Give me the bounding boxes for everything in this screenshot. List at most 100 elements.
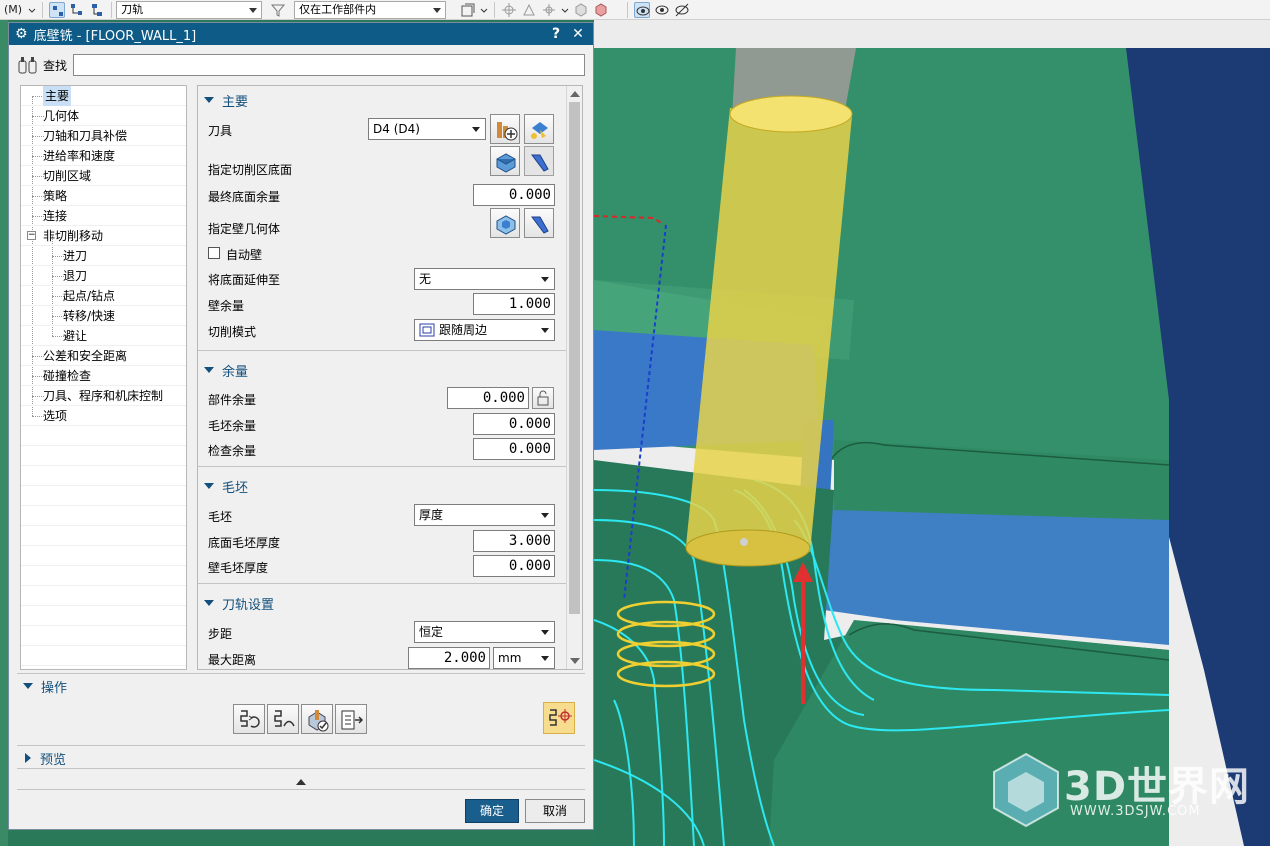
show-all-icon[interactable]: [634, 1, 651, 18]
wall-blank-input[interactable]: 0.000: [473, 555, 555, 577]
cut-pattern-select[interactable]: 跟随周边: [414, 319, 555, 341]
auto-wall-checkbox[interactable]: [208, 247, 220, 259]
section-path-header[interactable]: 刀轨设置: [204, 593, 274, 613]
nav-item-avoidance[interactable]: 避让: [21, 326, 186, 346]
edit-tool-button[interactable]: [524, 114, 554, 144]
help-button[interactable]: ?: [547, 26, 565, 42]
tool-select[interactable]: D4 (D4): [368, 118, 486, 140]
nav-item-start-drill-points[interactable]: 起点/钻点: [21, 286, 186, 306]
toolpath-filter-select[interactable]: 刀轨: [116, 0, 263, 19]
find-input[interactable]: [73, 54, 585, 76]
nav-item-tolerance[interactable]: 公差和安全距离: [21, 346, 186, 366]
hierarchy-icon[interactable]: [89, 2, 105, 18]
box-view-icon[interactable]: [573, 2, 589, 18]
vertex-snap-icon[interactable]: [521, 2, 537, 18]
section-preview-header[interactable]: 预览: [23, 748, 66, 768]
display-floor-button[interactable]: [524, 146, 554, 176]
replay-button[interactable]: [267, 704, 299, 734]
generate-highlight-button[interactable]: [543, 702, 575, 734]
nav-item-label: 碰撞检查: [43, 369, 92, 383]
nav-item-options[interactable]: 选项: [21, 406, 186, 426]
nav-item-collision-check[interactable]: 碰撞检查: [21, 366, 186, 386]
nav-item-strategy[interactable]: 策略: [21, 186, 186, 206]
graphics-window[interactable]: [594, 20, 1270, 846]
hide-icon[interactable]: [674, 2, 690, 18]
max-distance-label: 最大距离: [208, 653, 257, 667]
extend-floor-select[interactable]: 无: [414, 268, 555, 290]
section-stock-header[interactable]: 余量: [204, 360, 248, 380]
collapse-dialog-arrow-icon[interactable]: [296, 779, 306, 785]
nav-item-machine-control[interactable]: 刀具、程序和机床控制: [21, 386, 186, 406]
final-floor-stock-input[interactable]: 0.000: [473, 184, 555, 206]
nav-item-connections[interactable]: 连接: [21, 206, 186, 226]
cancel-button[interactable]: 取消: [525, 799, 585, 823]
tool-path-edit-icon: [549, 709, 572, 726]
assembly-tree-icon[interactable]: [69, 2, 85, 18]
close-button[interactable]: ✕: [569, 26, 587, 42]
floor-blank-input[interactable]: 3.000: [473, 530, 555, 552]
list-button[interactable]: [335, 704, 367, 734]
chevron-down-icon: [249, 7, 258, 13]
tool-top: [729, 95, 853, 133]
selection-scope-select[interactable]: 仅在工作部件内: [294, 0, 447, 19]
select-floor-button[interactable]: [490, 146, 520, 176]
generate-button[interactable]: [233, 704, 265, 734]
snap-settings-icon[interactable]: [460, 2, 476, 18]
nav-item-tool-axis[interactable]: 刀轴和刀具补偿: [21, 126, 186, 146]
lock-button[interactable]: [532, 387, 554, 409]
nav-item-label: 切削区域: [43, 169, 92, 183]
section-operation-header[interactable]: 操作: [23, 676, 67, 696]
navigation-tree: 主要 几何体 刀轴和刀具补偿 进给率和速度 切削区域 策略 连接 − 非切削移动 …: [20, 85, 187, 670]
select-tool-icon[interactable]: [49, 1, 66, 18]
section-main-header[interactable]: 主要: [204, 90, 248, 110]
verify-button[interactable]: [301, 704, 333, 734]
blank-type-select[interactable]: 厚度: [414, 504, 555, 526]
dropdown-arrow-icon[interactable]: [561, 2, 569, 18]
cut-pattern-label: 切削模式: [208, 325, 257, 339]
nav-item-non-cutting-moves[interactable]: − 非切削移动: [21, 226, 186, 246]
new-tool-button[interactable]: [490, 114, 520, 144]
point-snap-icon[interactable]: [501, 2, 517, 18]
scroll-down-icon[interactable]: [570, 658, 580, 664]
nav-item-main[interactable]: 主要: [21, 86, 186, 106]
wall-stock-input[interactable]: 1.000: [473, 293, 555, 315]
dialog-titlebar[interactable]: ⚙ 底壁铣 - [FLOOR_WALL_1] ? ✕: [9, 23, 593, 45]
blank-stock-input[interactable]: 0.000: [473, 413, 555, 435]
scroll-up-icon[interactable]: [570, 91, 580, 97]
section-blank-header[interactable]: 毛坯: [204, 476, 248, 496]
ok-button[interactable]: 确定: [465, 799, 519, 823]
nav-item-geometry[interactable]: 几何体: [21, 106, 186, 126]
nav-item-label: 刀轴和刀具补偿: [43, 129, 128, 143]
box-shade-icon[interactable]: [593, 2, 609, 18]
menu-dropdown-icon[interactable]: [28, 2, 36, 18]
part-stock-input[interactable]: 0.000: [447, 387, 529, 409]
gear-icon: ⚙: [15, 26, 28, 42]
collapse-triangle-icon: [204, 600, 214, 606]
max-distance-input[interactable]: 2.000: [408, 647, 490, 669]
max-distance-unit-select[interactable]: mm: [493, 647, 555, 669]
check-stock-input[interactable]: 0.000: [473, 438, 555, 460]
panel-scrollbar[interactable]: [566, 86, 582, 669]
show-icon[interactable]: [654, 2, 670, 18]
menu-button[interactable]: (M): [0, 3, 26, 16]
collapse-toggle[interactable]: −: [27, 231, 36, 240]
crosshair-icon[interactable]: [541, 2, 557, 18]
nav-item-cut-area[interactable]: 切削区域: [21, 166, 186, 186]
section-operation-title: 操作: [41, 680, 68, 696]
viewport-left-edge: [0, 20, 8, 846]
nav-item-feeds-speeds[interactable]: 进给率和速度: [21, 146, 186, 166]
scroll-thumb[interactable]: [569, 102, 580, 614]
select-wall-icon: [496, 215, 516, 235]
nav-item-label: 避让: [63, 329, 88, 343]
display-wall-button[interactable]: [524, 208, 554, 238]
tool-tip: [685, 529, 811, 567]
nav-item-engage[interactable]: 进刀: [21, 246, 186, 266]
filter-icon[interactable]: [270, 2, 286, 18]
nav-item-transfer-rapid[interactable]: 转移/快速: [21, 306, 186, 326]
select-wall-button[interactable]: [490, 208, 520, 238]
nav-item-label: 进给率和速度: [43, 149, 116, 163]
preview-section: 预览: [17, 745, 585, 769]
stepover-select[interactable]: 恒定: [414, 621, 555, 643]
nav-item-retract[interactable]: 退刀: [21, 266, 186, 286]
dropdown-arrow-icon[interactable]: [480, 2, 488, 18]
